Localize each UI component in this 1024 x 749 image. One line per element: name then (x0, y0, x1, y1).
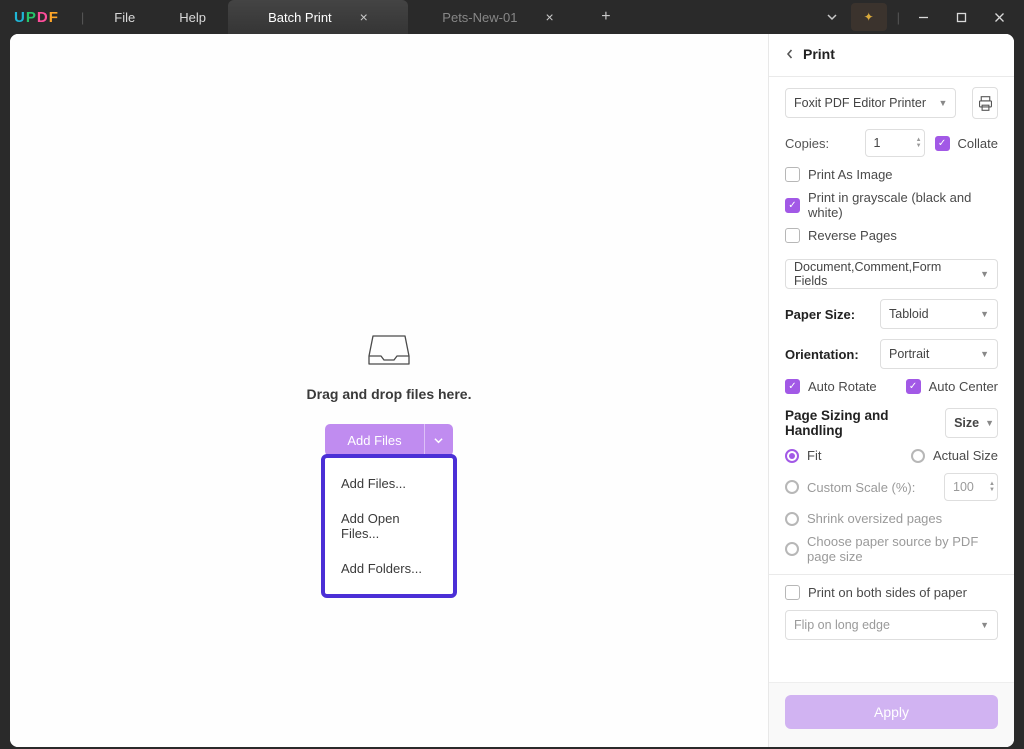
copies-value: 1 (874, 136, 881, 150)
printer-value: Foxit PDF Editor Printer (794, 96, 926, 110)
copies-input[interactable]: 1 ▲▼ (865, 129, 925, 157)
orientation-select[interactable]: Portrait ▼ (880, 339, 998, 369)
custom-scale-value: 100 (953, 480, 974, 494)
grayscale-checkbox[interactable]: ✓ (785, 198, 800, 213)
back-icon[interactable] (785, 47, 795, 62)
print-as-image-checkbox[interactable] (785, 167, 800, 182)
collate-checkbox[interactable]: ✓ (935, 136, 950, 151)
reverse-pages-checkbox[interactable] (785, 228, 800, 243)
copies-label: Copies: (785, 136, 829, 151)
orientation-label: Orientation: (785, 347, 859, 362)
auto-center-checkbox[interactable]: ✓ (906, 379, 921, 394)
actual-size-label: Actual Size (933, 448, 998, 463)
menu-add-folders[interactable]: Add Folders... (325, 551, 453, 586)
new-tab-button[interactable]: + (588, 0, 624, 34)
shrink-radio[interactable] (785, 512, 799, 526)
apply-button[interactable]: Apply (785, 695, 998, 729)
shrink-label: Shrink oversized pages (807, 511, 942, 526)
menu-add-open-files[interactable]: Add Open Files... (325, 501, 453, 551)
panel-title: Print (803, 46, 835, 62)
reverse-pages-label: Reverse Pages (808, 228, 897, 243)
fit-radio[interactable] (785, 449, 799, 463)
tab-label: Batch Print (268, 10, 332, 25)
content-shell: Drag and drop files here. Add Files Add … (10, 34, 1014, 747)
close-button[interactable] (980, 1, 1018, 33)
menu-add-files[interactable]: Add Files... (325, 466, 453, 501)
drop-center: Drag and drop files here. Add Files (10, 332, 768, 456)
add-files-button[interactable]: Add Files (325, 424, 452, 456)
inbox-icon (367, 332, 411, 368)
duplex-checkbox[interactable] (785, 585, 800, 600)
actual-size-radio[interactable] (911, 449, 925, 463)
paper-size-label: Paper Size: (785, 307, 855, 322)
tab-batch-print[interactable]: Batch Print × (228, 0, 408, 34)
chevron-down-icon: ▼ (980, 309, 989, 319)
premium-badge[interactable]: ✦ (851, 3, 887, 31)
stepper-arrows[interactable]: ▲▼ (916, 137, 922, 149)
custom-scale-radio[interactable] (785, 480, 799, 494)
drop-area[interactable]: Drag and drop files here. Add Files Add … (10, 34, 768, 747)
divider: | (81, 10, 84, 25)
stepper-arrows[interactable]: ▲▼ (989, 481, 995, 493)
print-as-image-label: Print As Image (808, 167, 893, 182)
divider: | (893, 10, 904, 25)
add-files-menu: Add Files... Add Open Files... Add Folde… (321, 454, 457, 598)
chevron-down-icon: ▼ (980, 269, 989, 279)
close-icon[interactable]: × (360, 9, 368, 25)
chevron-down-icon: ▼ (938, 98, 947, 108)
drop-label: Drag and drop files here. (307, 386, 472, 402)
window-controls: ✦ | (813, 0, 1018, 34)
content-value: Document,Comment,Form Fields (794, 260, 974, 288)
auto-rotate-label: Auto Rotate (808, 379, 877, 394)
panel-header: Print (785, 46, 998, 62)
custom-scale-input[interactable]: 100 ▲▼ (944, 473, 998, 501)
auto-center-label: Auto Center (929, 379, 998, 394)
flip-select[interactable]: Flip on long edge ▼ (785, 610, 998, 640)
titlebar: UPDF | File Help Batch Print × Pets-New-… (0, 0, 1024, 34)
choose-paper-label: Choose paper source by PDF page size (807, 534, 998, 564)
menu-file[interactable]: File (92, 0, 157, 34)
maximize-button[interactable] (942, 1, 980, 33)
collate-label: Collate (958, 136, 998, 151)
size-mode-select[interactable]: Size ▼ (945, 408, 998, 438)
size-mode-value: Size (954, 416, 979, 430)
content-select[interactable]: Document,Comment,Form Fields ▼ (785, 259, 998, 289)
grayscale-label: Print in grayscale (black and white) (808, 190, 998, 220)
auto-rotate-checkbox[interactable]: ✓ (785, 379, 800, 394)
chevron-down-icon[interactable] (813, 1, 851, 33)
tab-document[interactable]: Pets-New-01 × (408, 0, 588, 34)
chevron-down-icon: ▼ (985, 418, 994, 428)
paper-size-value: Tabloid (889, 307, 929, 321)
chevron-down-icon: ▼ (980, 349, 989, 359)
app-logo: UPDF (14, 9, 59, 26)
printer-icon (977, 95, 994, 112)
menu-help[interactable]: Help (157, 0, 228, 34)
chevron-down-icon: ▼ (980, 620, 989, 630)
custom-scale-label: Custom Scale (%): (807, 480, 915, 495)
choose-paper-radio[interactable] (785, 542, 799, 556)
minimize-button[interactable] (904, 1, 942, 33)
paper-size-select[interactable]: Tabloid ▼ (880, 299, 998, 329)
duplex-label: Print on both sides of paper (808, 585, 967, 600)
orientation-value: Portrait (889, 347, 929, 361)
print-panel: Print Foxit PDF Editor Printer ▼ Copie (768, 34, 1014, 747)
chevron-down-icon[interactable] (425, 424, 453, 456)
printer-select[interactable]: Foxit PDF Editor Printer ▼ (785, 88, 956, 118)
apply-bar: Apply (769, 682, 1014, 747)
close-icon[interactable]: × (545, 9, 553, 25)
page-sizing-title: Page Sizing and Handling (785, 408, 945, 438)
tab-label: Pets-New-01 (442, 10, 517, 25)
tab-strip: Batch Print × Pets-New-01 × + (228, 0, 624, 34)
add-files-label: Add Files (325, 424, 423, 456)
printer-settings-button[interactable] (972, 87, 998, 119)
flip-value: Flip on long edge (794, 618, 890, 632)
fit-label: Fit (807, 448, 821, 463)
